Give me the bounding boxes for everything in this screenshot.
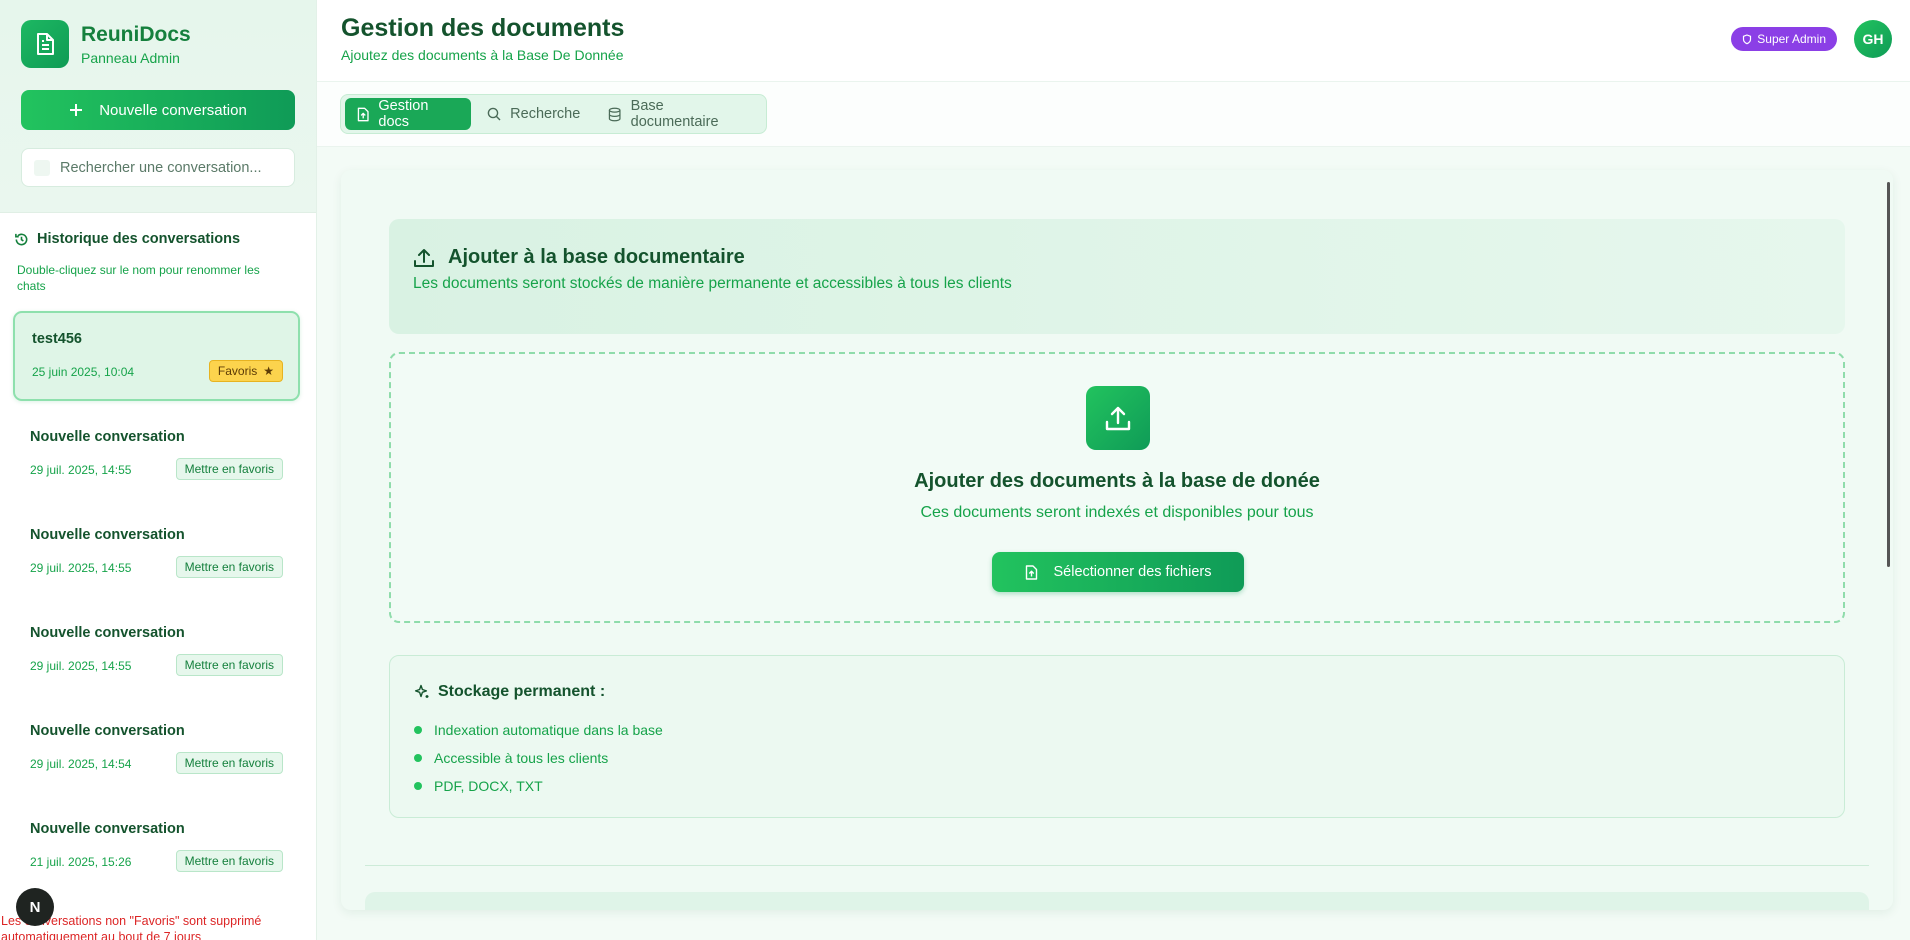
drop-title: Ajouter des documents à la base de donée	[914, 470, 1320, 492]
conversation-name[interactable]: Nouvelle conversation	[30, 527, 185, 543]
conversation-date: 29 juil. 2025, 14:54	[30, 757, 132, 771]
tab-recherche[interactable]: Recherche	[475, 98, 592, 130]
history-icon	[15, 233, 28, 245]
select-files-label: Sélectionner des fichiers	[1053, 564, 1212, 580]
plus-icon	[70, 104, 83, 116]
add-favorite-button[interactable]: Mettre en favoris	[175, 458, 283, 480]
role-label: Super Admin	[1757, 32, 1826, 46]
main-card: Ajouter à la base documentaire Les docum…	[341, 170, 1893, 910]
file-upload-icon	[357, 107, 369, 121]
conversation-date: 29 juil. 2025, 14:55	[30, 659, 132, 673]
drop-subtitle: Ces documents seront indexés et disponib…	[920, 504, 1314, 521]
conversation-date: 21 juil. 2025, 15:26	[30, 855, 132, 869]
tab-gestion-docs[interactable]: Gestion docs	[345, 98, 472, 130]
search-icon	[487, 107, 501, 121]
page-title: Gestion des documents	[341, 14, 625, 42]
new-conversation-label: Nouvelle conversation	[99, 101, 247, 119]
bullet-icon	[414, 782, 422, 790]
top-header: Gestion des documents Ajoutez des docume…	[317, 0, 1910, 82]
list-item: Indexation automatique dans la base	[414, 716, 663, 744]
conversation-name[interactable]: Nouvelle conversation	[30, 723, 185, 739]
star-icon: ★	[263, 364, 274, 378]
conversation-date: 25 juin 2025, 10:04	[32, 365, 135, 379]
conversation-item[interactable]: test456 25 juin 2025, 10:04 Favoris ★	[13, 311, 300, 401]
storage-info: Stockage permanent : Indexation automati…	[389, 655, 1845, 818]
conversation-name[interactable]: Nouvelle conversation	[30, 429, 185, 445]
list-item-text: Accessible à tous les clients	[434, 750, 609, 766]
upload-icon	[414, 249, 434, 267]
list-item: PDF, DOCX, TXT	[414, 772, 663, 800]
conversation-name[interactable]: test456	[32, 331, 82, 347]
favorite-badge[interactable]: Favoris ★	[208, 360, 283, 382]
history-hint: Double-cliquez sur le nom pour renommer …	[17, 263, 260, 293]
tab-label: Recherche	[510, 106, 581, 122]
select-files-button[interactable]: Sélectionner des fichiers	[992, 552, 1244, 592]
conversation-item[interactable]: Nouvelle conversation 29 juil. 2025, 14:…	[13, 607, 300, 697]
brand: ReuniDocs Panneau Admin	[21, 20, 295, 68]
file-upload-icon	[1025, 564, 1037, 580]
role-badge: Super Admin	[1731, 27, 1837, 51]
brand-name: ReuniDocs	[81, 22, 191, 46]
add-favorite-button[interactable]: Mettre en favoris	[175, 850, 283, 872]
search-placeholder: Rechercher une conversation...	[60, 159, 262, 176]
upload-icon	[1086, 386, 1150, 450]
add-favorite-button[interactable]: Mettre en favoris	[175, 752, 283, 774]
conversation-date: 29 juil. 2025, 14:55	[30, 561, 132, 575]
info-title: Ajouter à la base documentaire	[448, 246, 745, 268]
add-favorite-button[interactable]: Mettre en favoris	[175, 556, 283, 578]
conversation-item[interactable]: Nouvelle conversation 29 juil. 2025, 14:…	[13, 705, 300, 795]
tab-label: Base documentaire	[630, 98, 719, 130]
storage-title: Stockage permanent :	[438, 683, 606, 700]
tabs: Gestion docs Recherche Base documentaire	[340, 94, 767, 134]
tab-base-documentaire[interactable]: Base documentaire	[596, 98, 762, 130]
tab-bar: Gestion docs Recherche Base documentaire	[317, 82, 1910, 147]
history-title: Historique des conversations	[14, 231, 240, 247]
info-box: Ajouter à la base documentaire Les docum…	[389, 219, 1845, 334]
brand-subtitle: Panneau Admin	[81, 49, 180, 66]
conversation-name[interactable]: Nouvelle conversation	[30, 821, 185, 837]
favorite-label: Favoris	[217, 364, 258, 378]
add-favorite-button[interactable]: Mettre en favoris	[175, 654, 283, 676]
database-icon	[609, 107, 621, 121]
next-section	[365, 892, 1869, 910]
sparkle-icon	[414, 684, 429, 698]
conversation-date: 29 juil. 2025, 14:55	[30, 463, 132, 477]
tab-label: Gestion docs	[378, 98, 429, 130]
shield-icon	[1743, 33, 1752, 44]
conversation-search-input[interactable]: Rechercher une conversation...	[21, 148, 295, 187]
new-conversation-button[interactable]: Nouvelle conversation	[21, 90, 295, 130]
list-item-text: PDF, DOCX, TXT	[434, 778, 543, 794]
list-item: Accessible à tous les clients	[414, 744, 663, 772]
floating-n-button[interactable]: N	[16, 888, 54, 926]
scrollbar[interactable]	[1887, 182, 1890, 567]
bullet-icon	[414, 726, 422, 734]
sidebar: ReuniDocs Panneau Admin Nouvelle convers…	[0, 0, 317, 940]
bullet-icon	[414, 754, 422, 762]
sidebar-header: ReuniDocs Panneau Admin Nouvelle convers…	[0, 0, 316, 213]
conversation-item[interactable]: Nouvelle conversation 29 juil. 2025, 14:…	[13, 411, 300, 501]
page-subtitle: Ajoutez des documents à la Base De Donné…	[341, 47, 624, 63]
storage-list: Indexation automatique dans la base Acce…	[414, 716, 663, 800]
conversation-item[interactable]: Nouvelle conversation 29 juil. 2025, 14:…	[13, 509, 300, 599]
conversation-name[interactable]: Nouvelle conversation	[30, 625, 185, 641]
document-icon	[21, 20, 69, 68]
info-subtitle: Les documents seront stockés de manière …	[413, 275, 1012, 292]
avatar[interactable]: GH	[1854, 20, 1892, 58]
history-title-text: Historique des conversations	[37, 231, 241, 247]
conversation-item[interactable]: Nouvelle conversation 21 juil. 2025, 15:…	[13, 803, 300, 893]
list-item-text: Indexation automatique dans la base	[434, 722, 663, 738]
drop-zone[interactable]: Ajouter des documents à la base de donée…	[389, 352, 1845, 623]
search-icon	[34, 159, 50, 176]
divider	[365, 865, 1869, 866]
